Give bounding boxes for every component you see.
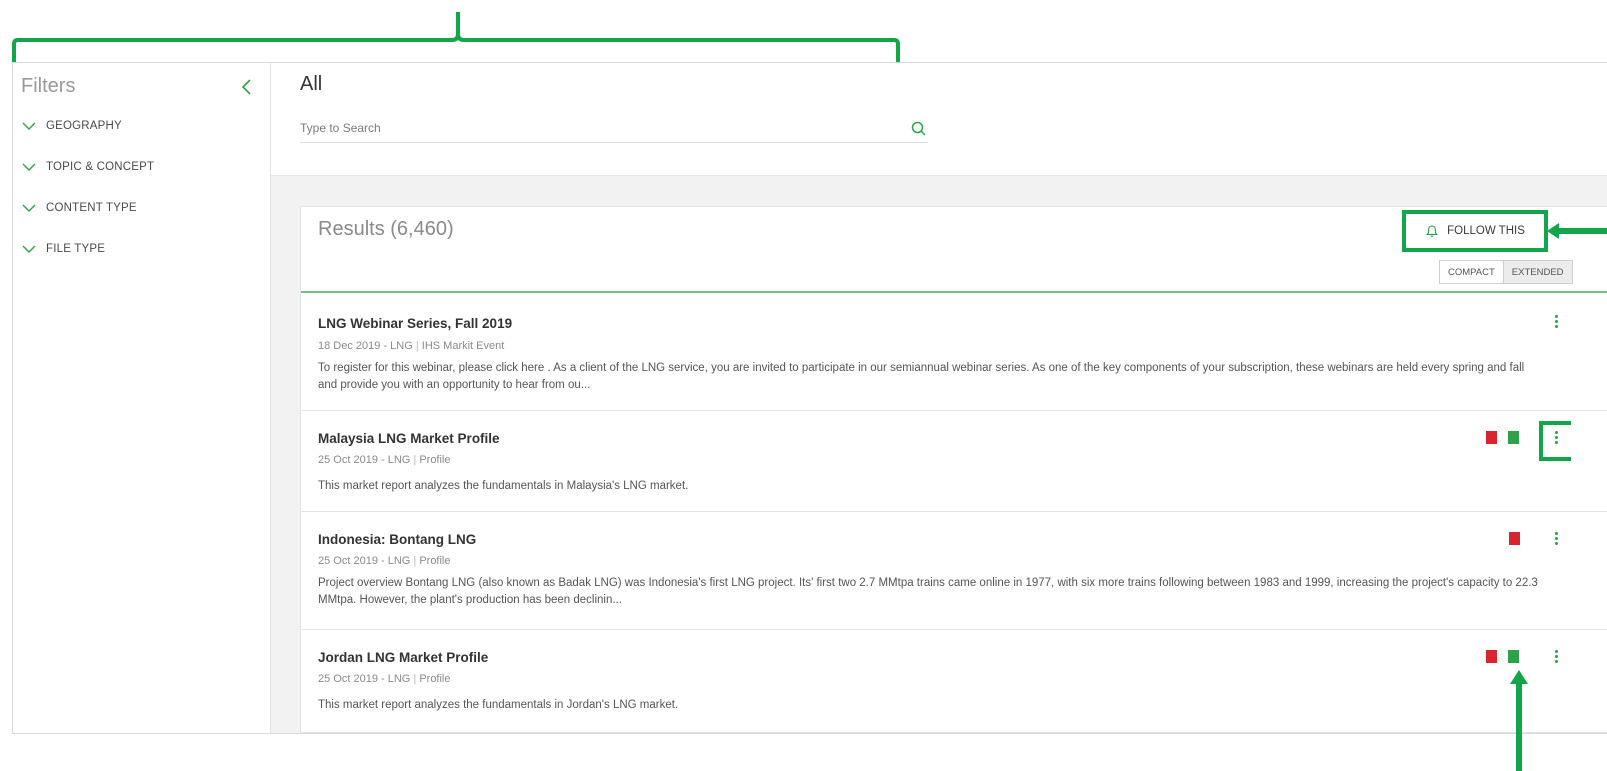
search-box [300,116,928,143]
result-item: LNG Webinar Series, Fall 2019 18 Dec 201… [301,293,1607,411]
filter-label: FILE TYPE [46,243,106,255]
filter-topic-concept[interactable]: TOPIC & CONCEPT [21,158,154,176]
kebab-menu-icon[interactable] [1553,315,1559,333]
result-item: Indonesia: Bontang LNG 25 Oct 2019 - LNG… [301,512,1607,630]
result-meta: 25 Oct 2019 - LNG | Profile [318,454,451,466]
kebab-menu-icon[interactable] [1553,431,1559,449]
pdf-file-icon[interactable] [1486,431,1497,444]
result-date: 25 Oct 2019 - LNG [318,454,411,466]
results-header: Results (6,460) FOLLOW THIS COMPACT EXTE… [301,207,1607,293]
result-description: To register for this webinar, please cli… [318,362,1525,391]
result-item: Malaysia LNG Market Profile 25 Oct 2019 … [301,411,1607,512]
chevron-down-icon [22,122,36,130]
follow-this-button[interactable]: FOLLOW THIS [1402,210,1548,252]
result-title[interactable]: Jordan LNG Market Profile [318,650,488,665]
annotation-brace [12,12,900,62]
result-meta: 18 Dec 2019 - LNG | IHS Markit Event [318,340,505,352]
result-date: 18 Dec 2019 - LNG [318,340,413,352]
filter-file-type[interactable]: FILE TYPE [21,240,105,258]
result-type: Profile [419,454,451,466]
app-window: Filters GEOGRAPHY TOPIC & CONCEPT CONTEN… [12,62,1607,734]
annotation-arrow-left [1547,223,1607,239]
excel-file-icon[interactable] [1508,650,1519,663]
chevron-left-icon[interactable] [239,77,255,97]
kebab-menu-icon[interactable] [1553,532,1559,550]
filter-label: TOPIC & CONCEPT [46,161,155,173]
result-item: Jordan LNG Market Profile 25 Oct 2019 - … [301,630,1607,730]
result-title[interactable]: Indonesia: Bontang LNG [318,532,476,547]
kebab-menu-icon[interactable] [1553,650,1559,668]
annotation-arrow-up [1510,670,1528,771]
filters-sidebar: Filters GEOGRAPHY TOPIC & CONCEPT CONTEN… [13,63,271,733]
page-title: All [300,73,323,95]
bell-icon [1426,225,1439,237]
result-type: Profile [419,673,451,685]
view-toggle: COMPACT EXTENDED [1439,260,1573,284]
results-card: Results (6,460) FOLLOW THIS COMPACT EXTE… [300,206,1607,733]
filter-geography[interactable]: GEOGRAPHY [21,117,122,135]
filter-content-type[interactable]: CONTENT TYPE [21,199,137,217]
filter-label: GEOGRAPHY [46,120,122,132]
follow-label: FOLLOW THIS [1447,225,1525,237]
result-description: Project overview Bontang LNG (also known… [318,577,1538,606]
sidebar-title: Filters [21,75,76,97]
pdf-file-icon[interactable] [1486,650,1497,663]
content-background: Results (6,460) FOLLOW THIS COMPACT EXTE… [271,176,1607,733]
result-title[interactable]: LNG Webinar Series, Fall 2019 [318,316,512,331]
search-icon[interactable] [910,120,928,138]
pdf-file-icon[interactable] [1509,532,1520,545]
result-date: 25 Oct 2019 - LNG [318,555,411,567]
compact-view-button[interactable]: COMPACT [1440,261,1504,283]
result-meta: 25 Oct 2019 - LNG | Profile [318,673,451,685]
results-list: LNG Webinar Series, Fall 2019 18 Dec 201… [301,293,1607,730]
header-area: All [271,63,1607,176]
result-title[interactable]: Malaysia LNG Market Profile [318,431,500,446]
result-description: This market report analyzes the fundamen… [318,480,689,492]
results-title: Results (6,460) [318,218,454,240]
chevron-down-icon [22,204,36,212]
chevron-down-icon [22,245,36,253]
excel-file-icon[interactable] [1508,431,1519,444]
result-type: Profile [419,555,451,567]
result-description: This market report analyzes the fundamen… [318,699,679,711]
search-input[interactable] [300,116,890,140]
result-type: IHS Markit Event [421,340,505,352]
result-meta: 25 Oct 2019 - LNG | Profile [318,555,451,567]
main-panel: All Results (6,460) F [271,63,1607,733]
chevron-down-icon [22,163,36,171]
result-date: 25 Oct 2019 - LNG [318,673,411,685]
extended-view-button[interactable]: EXTENDED [1503,261,1572,283]
filter-label: CONTENT TYPE [46,202,137,214]
